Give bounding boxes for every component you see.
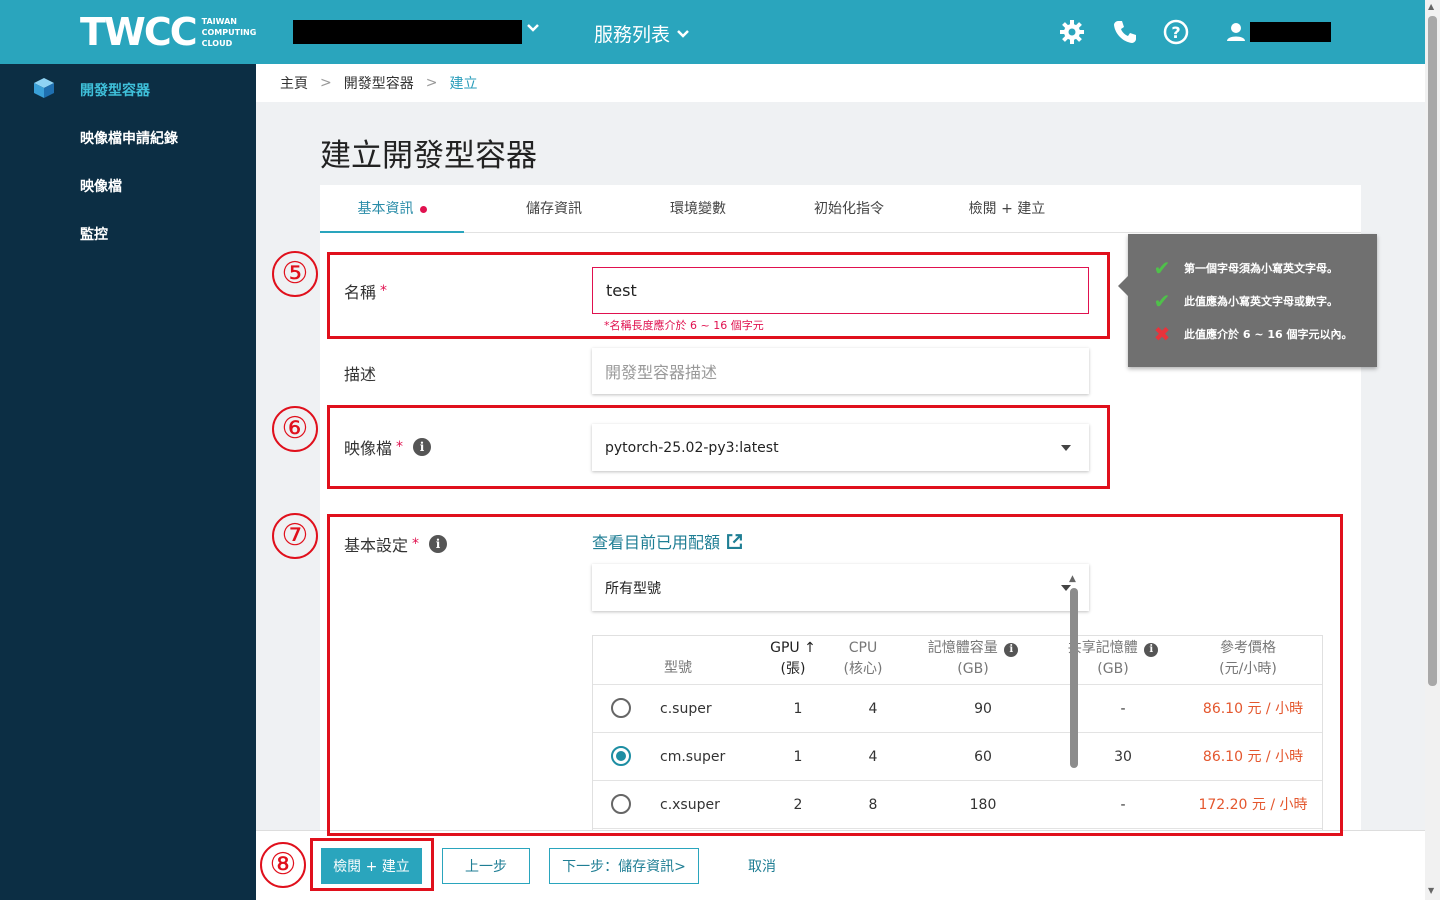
breadcrumb-create: 建立 <box>449 76 478 92</box>
next-step-button[interactable]: 下一步：儲存資訊> <box>549 848 699 884</box>
annotation-number-6: ⑥ <box>272 406 318 452</box>
sidebar-item-images[interactable]: 映像檔 <box>80 176 122 196</box>
previous-step-button[interactable]: 上一步 <box>442 848 530 884</box>
validation-rule: ✔ 第一個字母須為小寫英文字母。 <box>1150 256 1338 280</box>
tab-basic-info[interactable]: 基本資訊 <box>320 185 464 233</box>
gear-icon[interactable] <box>1059 18 1085 46</box>
logo-subtitle: TAIWAN COMPUTING CLOUD <box>201 16 257 48</box>
container-cube-icon <box>33 77 55 99</box>
description-placeholder: 開發型容器描述 <box>605 363 718 382</box>
cancel-button[interactable]: 取消 <box>732 848 792 884</box>
breadcrumb-dev-container[interactable]: 開發型容器 <box>344 73 414 93</box>
name-validation-tooltip: ✔ 第一個字母須為小寫英文字母。 ✔ 此值應為小寫英文字母或數字。 ✖ 此值應介於 6… <box>1118 234 1377 367</box>
annotation-number-8: ⑧ <box>260 842 306 888</box>
user-icon[interactable] <box>1225 18 1251 46</box>
cross-icon: ✖ <box>1153 322 1171 346</box>
annotation-number-5: ⑤ <box>272 251 318 297</box>
chevron-down-icon[interactable] <box>526 20 540 39</box>
logo-text: TWCC <box>80 10 198 54</box>
chevron-down-icon <box>677 29 689 38</box>
sidebar-item-dev-container[interactable]: 開發型容器 <box>80 80 150 100</box>
scroll-up-arrow[interactable]: ▲ <box>1428 2 1434 11</box>
tab-env-vars[interactable]: 環境變數 <box>628 185 768 233</box>
phone-icon[interactable] <box>1112 18 1138 46</box>
project-selector-redacted[interactable] <box>293 20 522 44</box>
breadcrumb-home[interactable]: 主頁 <box>280 73 308 93</box>
form-tabs: 基本資訊 儲存資訊 環境變數 初始化指令 檢閱 + 建立 <box>320 185 1361 233</box>
tab-error-dot <box>419 205 427 213</box>
breadcrumb: 主頁 > 開發型容器 > 建立 <box>256 64 1425 102</box>
help-icon[interactable]: ? <box>1163 18 1189 46</box>
twcc-logo[interactable]: TWCC TAIWAN COMPUTING CLOUD <box>80 10 257 54</box>
check-icon: ✔ <box>1153 256 1171 280</box>
tab-review-create[interactable]: 檢閱 + 建立 <box>937 185 1077 233</box>
annotation-number-7: ⑦ <box>272 513 318 559</box>
annotation-box-7 <box>327 514 1343 836</box>
annotation-box-8 <box>310 838 434 891</box>
annotation-box-6 <box>327 405 1110 489</box>
sidebar-item-monitoring[interactable]: 監控 <box>80 224 108 244</box>
tab-init-command[interactable]: 初始化指令 <box>779 185 919 233</box>
svg-text:?: ? <box>1171 23 1180 42</box>
tab-storage-info[interactable]: 儲存資訊 <box>484 185 624 233</box>
check-icon: ✔ <box>1153 289 1171 313</box>
validation-rule: ✖ 此值應介於 6 ~ 16 個字元以內。 <box>1150 322 1353 346</box>
services-label: 服務列表 <box>594 24 671 46</box>
validation-rule: ✔ 此值應為小寫英文字母或數字。 <box>1150 289 1338 313</box>
description-input[interactable]: 開發型容器描述 <box>592 348 1089 394</box>
scroll-down-arrow[interactable]: ▼ <box>1428 886 1434 895</box>
services-menu[interactable]: 服務列表 <box>594 20 690 47</box>
description-label: 描述 <box>344 365 377 384</box>
username-redacted[interactable] <box>1250 22 1331 42</box>
sidebar: 開發型容器 映像檔申請紀錄 映像檔 監控 <box>0 64 256 900</box>
breadcrumb-separator: > <box>320 75 332 91</box>
annotation-box-5 <box>327 252 1110 339</box>
breadcrumb-separator: > <box>425 75 438 91</box>
page-title: 建立開發型容器 <box>320 138 537 174</box>
sidebar-item-image-request-log[interactable]: 映像檔申請紀錄 <box>80 128 178 148</box>
top-navigation-bar: TWCC TAIWAN COMPUTING CLOUD 服務列表 ? <box>0 0 1425 64</box>
page-scrollbar-thumb[interactable] <box>1428 16 1437 686</box>
